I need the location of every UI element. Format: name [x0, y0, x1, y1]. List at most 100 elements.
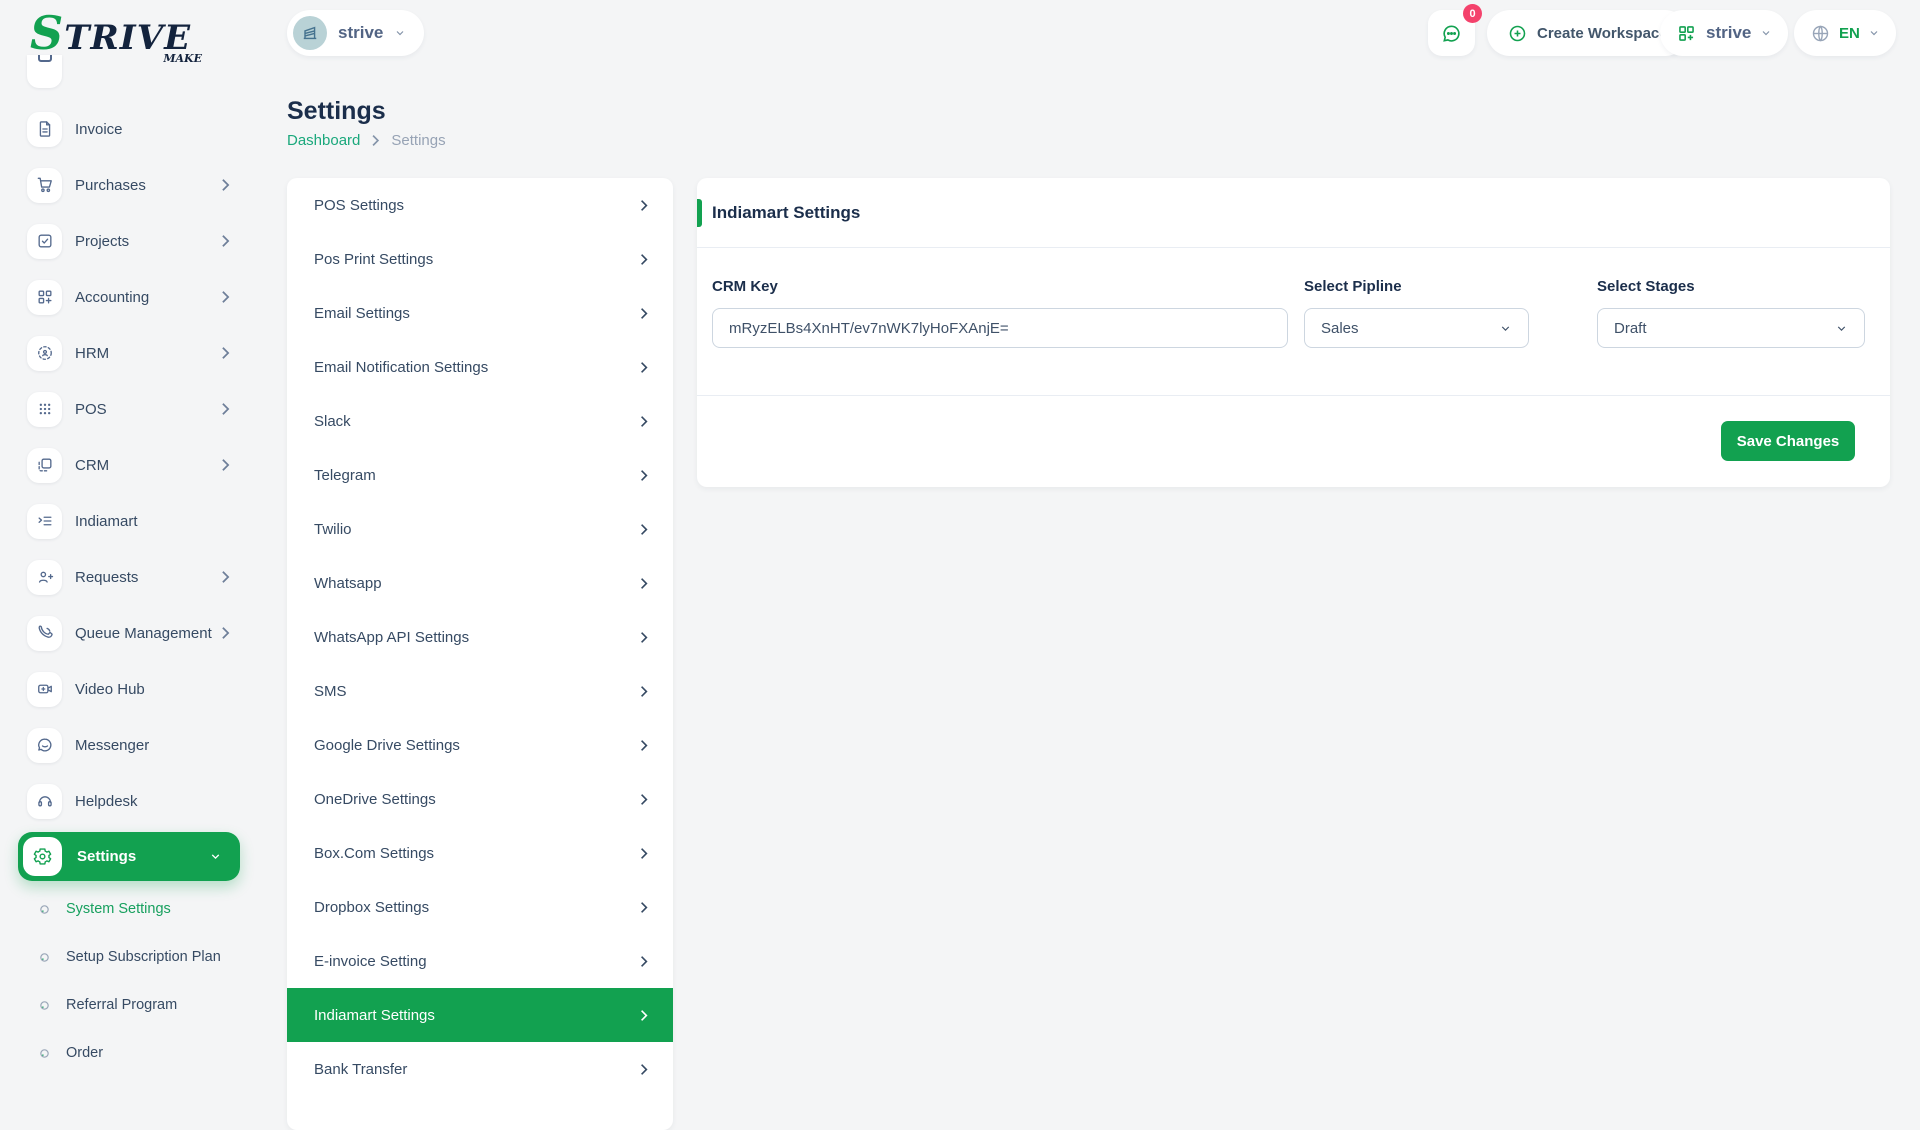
sidebar-item-messenger[interactable]: Messenger — [0, 717, 262, 773]
sidebar-item-label: HRM — [75, 344, 110, 362]
breadcrumb-current: Settings — [391, 132, 446, 149]
chevron-right-icon — [641, 523, 648, 535]
requests-icon — [27, 559, 62, 595]
chat-bubble-icon — [1443, 24, 1460, 42]
bullet-icon — [40, 1048, 49, 1058]
settings-menu-item-google-drive-settings[interactable]: Google Drive Settings — [287, 718, 673, 772]
sidebar-menu: Invoice Purchases Projects Accounting HR… — [0, 101, 262, 829]
sidebar-item-queue-management[interactable]: Queue Management — [0, 605, 262, 661]
app-switcher[interactable]: strive — [1660, 10, 1789, 56]
chevron-right-icon — [641, 199, 648, 211]
sidebar-item-partial[interactable] — [27, 55, 62, 88]
sidebar-item-label: Purchases — [75, 176, 146, 194]
chevron-right-icon — [641, 739, 648, 751]
crm-key-input[interactable] — [712, 308, 1288, 348]
settings-menu-item-slack[interactable]: Slack — [287, 394, 673, 448]
panel-body: CRM Key Select Pipline Select Stages Sal… — [697, 248, 1890, 396]
chevron-right-icon — [641, 307, 648, 319]
stages-label: Select Stages — [1597, 278, 1695, 295]
sidebar-item-invoice[interactable]: Invoice — [0, 101, 262, 157]
settings-menu-item-sms[interactable]: SMS — [287, 664, 673, 718]
create-workspace-button[interactable]: Create Workspace — [1487, 10, 1688, 56]
sidebar-item-video-hub[interactable]: Video Hub — [0, 661, 262, 717]
sidebar-item-accounting[interactable]: Accounting — [0, 269, 262, 325]
chevron-right-icon — [641, 1063, 648, 1075]
sidebar-item-settings[interactable]: Settings — [18, 832, 240, 881]
submenu-item-referral-program[interactable]: Referral Program — [0, 981, 262, 1029]
sidebar-item-indiamart[interactable]: Indiamart — [0, 493, 262, 549]
chat-badge: 0 — [1463, 4, 1482, 23]
panel-title: Indiamart Settings — [712, 202, 861, 222]
pipeline-select[interactable]: Sales — [1304, 308, 1529, 348]
settings-menu-item-indiamart-settings[interactable]: Indiamart Settings — [287, 988, 673, 1042]
messages-button[interactable]: 0 — [1428, 4, 1482, 56]
language-code: EN — [1839, 24, 1860, 42]
crm-icon — [27, 447, 62, 483]
settings-submenu: System Settings Setup Subscription Plan … — [0, 885, 262, 1077]
pipeline-label: Select Pipline — [1304, 278, 1402, 295]
chevron-right-icon — [221, 234, 230, 248]
language-selector[interactable]: EN — [1794, 10, 1896, 56]
sidebar-item-requests[interactable]: Requests — [0, 549, 262, 605]
chevron-right-icon — [641, 631, 648, 643]
menu-item-label: Indiamart Settings — [314, 1006, 435, 1024]
helpdesk-icon — [27, 783, 62, 819]
sidebar-item-label: CRM — [75, 456, 110, 474]
settings-menu-item-email-settings[interactable]: Email Settings — [287, 286, 673, 340]
chevron-down-icon — [1870, 31, 1878, 36]
save-changes-button[interactable]: Save Changes — [1721, 421, 1855, 461]
chevron-down-icon — [1501, 325, 1510, 331]
breadcrumb: Dashboard Settings — [287, 132, 446, 149]
menu-item-label: Dropbox Settings — [314, 898, 430, 916]
settings-menu-item-whatsapp[interactable]: Whatsapp — [287, 556, 673, 610]
breadcrumb-dashboard-link[interactable]: Dashboard — [287, 132, 360, 149]
chevron-right-icon — [221, 570, 230, 584]
accent-bar — [697, 199, 702, 227]
gear-icon — [23, 837, 62, 876]
menu-item-label: Email Notification Settings — [314, 358, 489, 376]
submenu-item-order[interactable]: Order — [0, 1029, 262, 1077]
menu-item-label: Telegram — [314, 466, 376, 484]
settings-menu-item-email-notification-settings[interactable]: Email Notification Settings — [287, 340, 673, 394]
sidebar-item-label: Helpdesk — [75, 792, 138, 810]
stages-selected-value: Draft — [1614, 319, 1647, 337]
workspace-avatar — [293, 16, 327, 50]
chevron-down-icon — [1762, 31, 1770, 36]
sidebar-item-projects[interactable]: Projects — [0, 213, 262, 269]
chevron-down-icon — [396, 31, 404, 36]
stages-select[interactable]: Draft — [1597, 308, 1865, 348]
workspace-selector[interactable]: strive — [287, 10, 425, 56]
submenu-item-setup-subscription-plan[interactable]: Setup Subscription Plan — [0, 933, 262, 981]
pos-icon — [27, 391, 62, 427]
sidebar-item-label: Invoice — [75, 120, 123, 138]
bullet-icon — [40, 904, 49, 914]
settings-menu-item-telegram[interactable]: Telegram — [287, 448, 673, 502]
settings-menu-item-twilio[interactable]: Twilio — [287, 502, 673, 556]
sidebar-item-label: Settings — [77, 848, 137, 865]
sidebar-item-crm[interactable]: CRM — [0, 437, 262, 493]
chevron-right-icon — [641, 955, 648, 967]
settings-menu-item-whatsapp-api-settings[interactable]: WhatsApp API Settings — [287, 610, 673, 664]
settings-menu-item-bank-transfer[interactable]: Bank Transfer — [287, 1042, 673, 1096]
settings-menu-item-dropbox-settings[interactable]: Dropbox Settings — [287, 880, 673, 934]
chevron-down-icon — [209, 850, 222, 863]
settings-menu-item-onedrive-settings[interactable]: OneDrive Settings — [287, 772, 673, 826]
menu-item-label: Box.Com Settings — [314, 844, 435, 862]
sidebar-item-hrm[interactable]: HRM — [0, 325, 262, 381]
chevron-right-icon — [372, 135, 380, 146]
settings-menu-item-e-invoice-setting[interactable]: E-invoice Setting — [287, 934, 673, 988]
sidebar-item-helpdesk[interactable]: Helpdesk — [0, 773, 262, 829]
menu-item-label: E-invoice Setting — [314, 952, 427, 970]
submenu-item-system-settings[interactable]: System Settings — [0, 885, 262, 933]
sidebar-item-pos[interactable]: POS — [0, 381, 262, 437]
video-icon — [27, 671, 62, 707]
settings-menu-item-pos-print-settings[interactable]: Pos Print Settings — [287, 232, 673, 286]
globe-icon — [1812, 25, 1829, 41]
settings-menu-item-pos-settings[interactable]: POS Settings — [287, 178, 673, 232]
sidebar-item-purchases[interactable]: Purchases — [0, 157, 262, 213]
workspace-name: strive — [338, 23, 384, 42]
settings-menu-item-box-com-settings[interactable]: Box.Com Settings — [287, 826, 673, 880]
sidebar-item-label: Messenger — [75, 736, 150, 754]
submenu-item-label: Referral Program — [66, 997, 178, 1013]
chevron-right-icon — [641, 793, 648, 805]
